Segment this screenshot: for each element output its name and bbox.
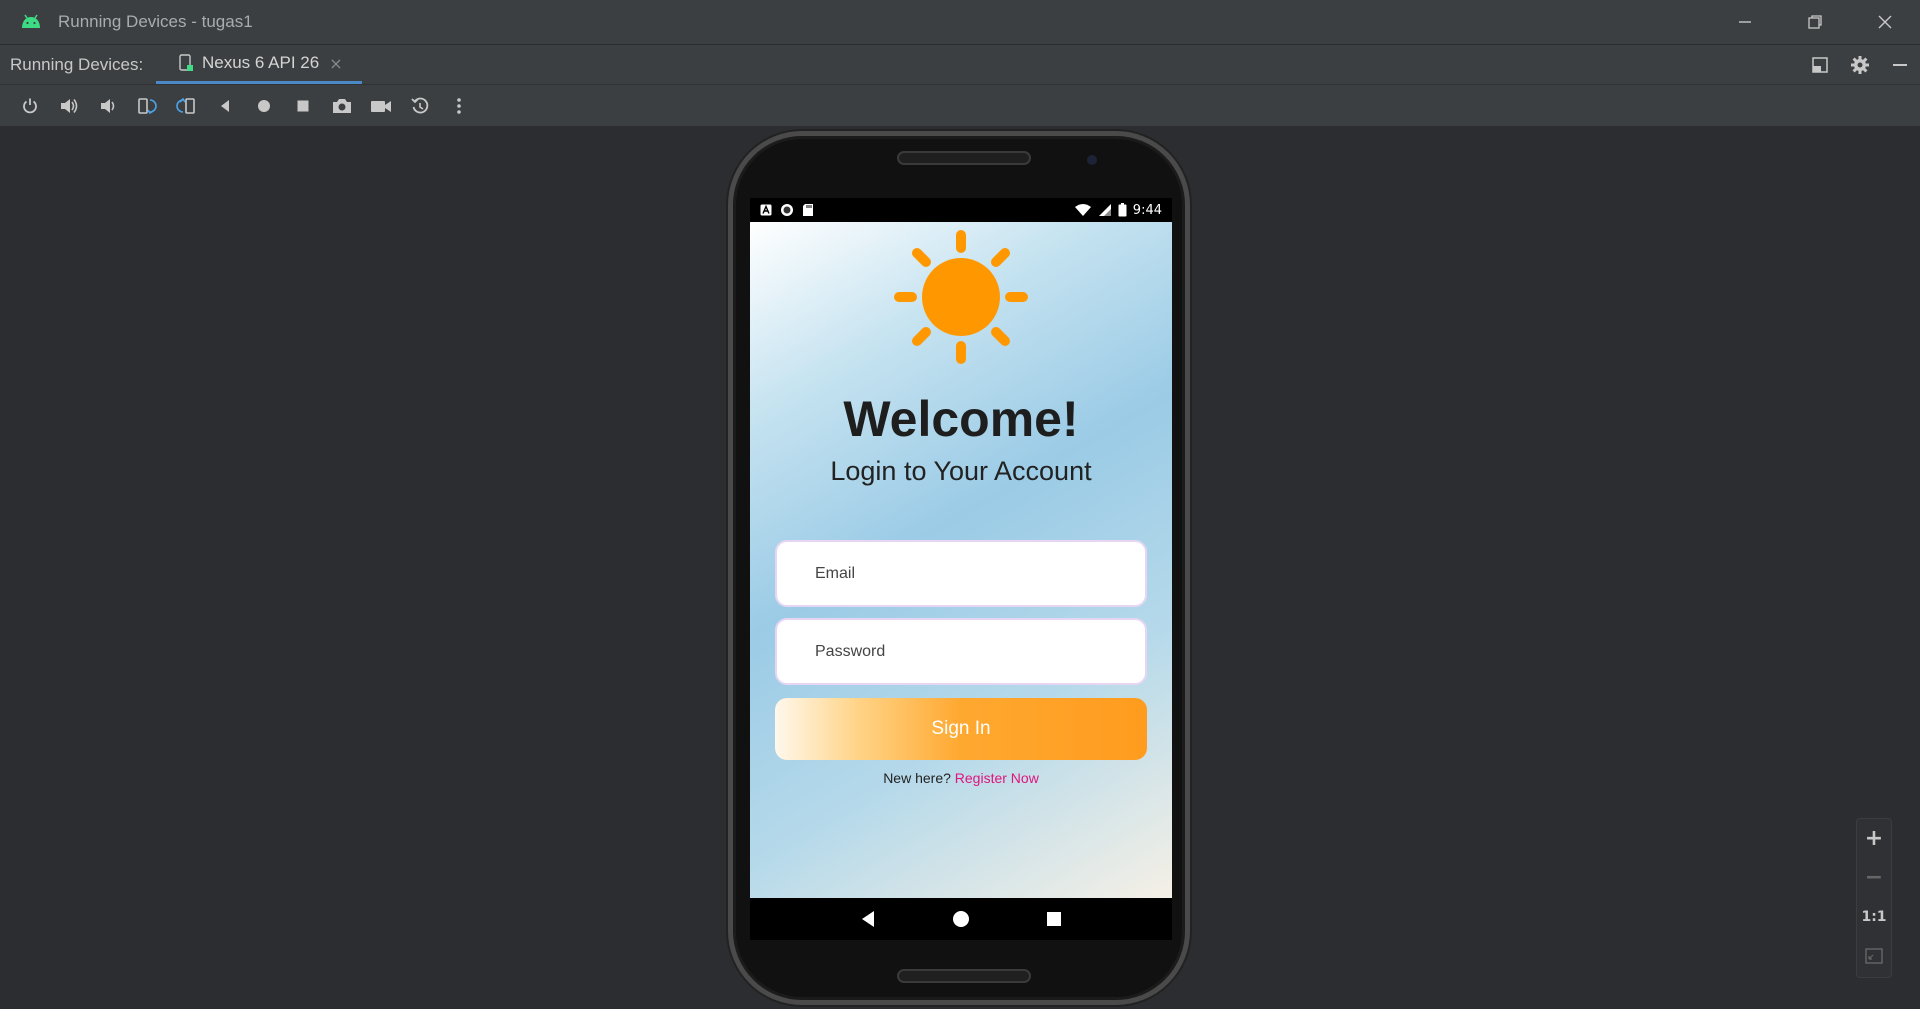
- rotate-right-icon: [175, 97, 195, 114]
- sign-in-button[interactable]: Sign In: [775, 698, 1147, 760]
- status-right: 9:44: [1074, 203, 1162, 218]
- screenshot-button[interactable]: [322, 88, 361, 124]
- register-now-link[interactable]: Register Now: [955, 770, 1039, 786]
- window-title: Running Devices - tugas1: [58, 12, 253, 31]
- minimize-icon: [1739, 21, 1751, 23]
- tab-nexus-6-api-26[interactable]: Nexus 6 API 26 ×: [156, 45, 362, 85]
- signal-icon: [1098, 204, 1111, 216]
- running-devices-label: Running Devices:: [10, 54, 144, 74]
- rotate-right-button[interactable]: [166, 88, 205, 124]
- wifi-icon: [1074, 204, 1091, 216]
- sd-card-icon: [803, 204, 813, 216]
- fit-screen-button[interactable]: [1856, 936, 1892, 975]
- emulator-toolbar: [0, 84, 1920, 126]
- android-icon: [22, 14, 40, 28]
- device-screen[interactable]: 9:44 Welcome! Login to Your Account Emai…: [750, 198, 1172, 940]
- register-prompt: New here? Register Now: [750, 770, 1172, 786]
- minimize-panel-icon: [1893, 64, 1907, 66]
- back-button[interactable]: [205, 88, 244, 124]
- password-field[interactable]: [775, 618, 1147, 685]
- more-icon: [456, 97, 461, 114]
- actual-size-button[interactable]: 1:1: [1856, 897, 1892, 936]
- reset-button[interactable]: [400, 88, 439, 124]
- gear-icon: [1851, 56, 1869, 74]
- window-controls: [1710, 0, 1920, 44]
- volume-up-button[interactable]: [49, 88, 88, 124]
- overview-icon: [297, 100, 308, 111]
- zoom-out-button[interactable]: −: [1856, 858, 1892, 897]
- login-screen: Welcome! Login to Your Account Sign In N…: [750, 222, 1172, 898]
- register-prefix: New here?: [883, 770, 951, 786]
- power-button[interactable]: [10, 88, 49, 124]
- tab-label: Nexus 6 API 26: [202, 53, 320, 72]
- sun-icon: [894, 230, 1028, 364]
- email-field[interactable]: [775, 540, 1147, 607]
- battery-icon: [1118, 203, 1127, 217]
- reset-icon: [410, 97, 428, 113]
- status-bar: 9:44: [750, 198, 1172, 222]
- nav-back-icon[interactable]: [860, 910, 876, 928]
- restore-button[interactable]: [1780, 0, 1850, 44]
- layout-button[interactable]: [1800, 45, 1840, 85]
- volume-down-icon: [100, 98, 114, 113]
- hide-panel-button[interactable]: [1880, 45, 1920, 85]
- close-button[interactable]: [1850, 0, 1920, 44]
- welcome-heading: Welcome!: [843, 391, 1079, 447]
- notification-circle-icon: [781, 204, 793, 216]
- layout-icon: [1812, 57, 1828, 73]
- rotate-left-button[interactable]: [127, 88, 166, 124]
- tabbar-actions: [1800, 45, 1920, 85]
- front-camera: [1087, 155, 1097, 165]
- home-button[interactable]: [244, 88, 283, 124]
- volume-down-button[interactable]: [88, 88, 127, 124]
- bottom-speaker: [897, 969, 1031, 983]
- sign-in-label: Sign In: [931, 718, 991, 739]
- screenshot-icon: [332, 98, 351, 113]
- minimize-button[interactable]: [1710, 0, 1780, 44]
- notification-a-icon: [760, 204, 772, 216]
- device-tabbar: Running Devices: Nexus 6 API 26 ×: [0, 44, 1920, 85]
- back-icon: [220, 99, 229, 112]
- more-button[interactable]: [439, 88, 478, 124]
- device-frame: 9:44 Welcome! Login to Your Account Emai…: [728, 131, 1190, 1005]
- nav-overview-icon[interactable]: [1046, 911, 1062, 927]
- zoom-panel: + − 1:1: [1856, 818, 1892, 978]
- zoom-in-button[interactable]: +: [1856, 819, 1892, 858]
- email-input[interactable]: [815, 564, 1145, 583]
- screen-record-button[interactable]: [361, 88, 400, 124]
- status-time: 9:44: [1132, 202, 1162, 218]
- top-speaker: [897, 151, 1031, 165]
- status-left: [760, 203, 814, 217]
- settings-button[interactable]: [1840, 45, 1880, 85]
- rotate-left-icon: [137, 97, 157, 114]
- close-icon: [1878, 15, 1892, 29]
- device-icon: [179, 54, 193, 71]
- login-subtitle: Login to Your Account: [830, 456, 1092, 486]
- restore-icon: [1808, 15, 1822, 29]
- window-titlebar: Running Devices - tugas1: [0, 0, 1920, 44]
- home-icon: [257, 99, 270, 112]
- screen-record-icon: [370, 100, 391, 112]
- overview-button[interactable]: [283, 88, 322, 124]
- power-icon: [22, 98, 37, 113]
- password-input[interactable]: [815, 642, 1145, 661]
- android-nav-bar: [750, 898, 1172, 940]
- fit-screen-icon: [1865, 947, 1883, 964]
- nav-home-icon[interactable]: [952, 910, 970, 928]
- volume-up-icon: [60, 98, 77, 113]
- tab-close-icon[interactable]: ×: [329, 54, 342, 73]
